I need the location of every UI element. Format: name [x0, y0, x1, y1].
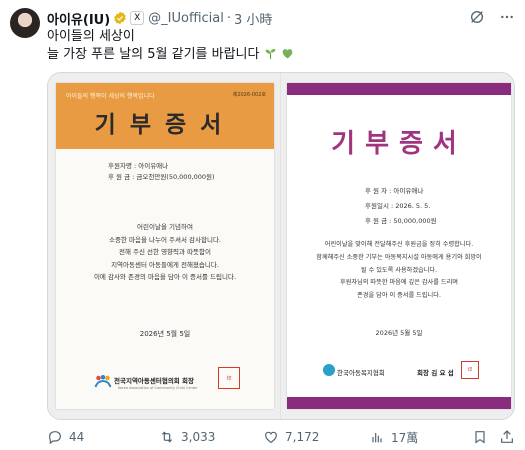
bookmark-button[interactable] — [472, 429, 488, 445]
org-logo-icon — [323, 364, 335, 376]
affiliate-badge-icon: X — [130, 11, 145, 25]
certificate-left: 아이들의 행복이 세상의 행복입니다 제2026-002호 기부증서 후원자명 … — [56, 83, 274, 409]
grok-icon[interactable] — [469, 9, 485, 25]
organization-name-en: Korea Association of Community Child Cen… — [118, 386, 198, 390]
like-count: 7,172 — [285, 430, 320, 444]
body-line: 어린이날을 기념하여 — [137, 223, 193, 231]
certificate-info: 후 원 자 : 아이유애나 후원일시 : 2026. 5. 5. 후 원 금 :… — [365, 184, 437, 229]
reply-button[interactable]: 44 — [47, 429, 84, 445]
share-button[interactable] — [499, 429, 515, 445]
body-line: 후원자님의 따뜻한 마음에 깊은 감사를 드리며 — [340, 279, 458, 287]
tweet-line-1: 아이들의 세상이 — [47, 29, 135, 44]
certificate-date: 2026년 5월 5일 — [375, 329, 423, 337]
bookmark-icon — [475, 431, 485, 444]
amount-line: 후 원 금 : 금오천만원(50,000,000원) — [108, 173, 215, 181]
views-button[interactable]: 17萬 — [369, 429, 418, 446]
certificate-bottom-bar — [287, 397, 511, 409]
tweet-line-2-row: 늘 가장 푸른 날의 5월 같기를 바랍니다 — [47, 46, 294, 64]
display-name[interactable]: 아이유(IU) — [47, 9, 110, 28]
certificate-number: 제2026-002호 — [232, 92, 266, 98]
tweet-line-2: 늘 가장 푸른 날의 5월 같기를 바랍니다 — [47, 47, 260, 62]
views-count: 17萬 — [391, 430, 419, 445]
body-line: 어린이날을 맞이해 전달해주신 후원금을 정히 수령합니다. — [324, 241, 474, 248]
chairman-name: 회장 김 요 섭 — [417, 369, 454, 377]
body-line: 함께해주신 소중한 기부는 아동복지시설 아동에게 용기와 희망이 — [316, 253, 482, 261]
green-heart-emoji-icon — [282, 49, 293, 59]
tweet-actions: 44 3,033 7,172 17萬 — [47, 428, 515, 446]
donate-date-line: 후원일시 : 2026. 5. 5. — [365, 202, 431, 210]
timestamp[interactable]: 3 小時 — [234, 9, 272, 28]
avatar[interactable] — [10, 8, 40, 38]
official-seal: 印 — [461, 361, 479, 379]
seedling-emoji-icon — [265, 49, 275, 59]
user-handle[interactable]: @_IUofficial — [148, 11, 224, 26]
like-button[interactable]: 7,172 — [263, 429, 319, 445]
like-icon — [265, 431, 277, 444]
separator: · — [226, 10, 232, 26]
reply-count: 44 — [69, 430, 85, 444]
organization-name: 한국아동복지협회 — [337, 369, 385, 377]
body-line: 전해 주신 선한 영향력과 따뜻함이 — [119, 248, 211, 256]
body-line: 존경을 담아 이 증서를 드립니다. — [357, 292, 441, 300]
body-line: 이에 감사와 존경의 마음을 담아 이 증서를 드립니다. — [93, 273, 237, 281]
views-icon — [372, 433, 382, 443]
donor-line: 후원자명 : 아이유애나 — [108, 162, 169, 170]
tweet-media[interactable]: 아이들의 행복이 세상의 행복입니다 제2026-002호 기부증서 후원자명 … — [47, 72, 515, 420]
reply-icon — [49, 431, 61, 445]
retweet-button[interactable]: 3,033 — [159, 429, 215, 445]
tweet-header: 아이유(IU) X @_IUofficial · 3 小時 — [47, 9, 515, 28]
certificate-info: 후원자명 : 아이유애나 후 원 금 : 금오천만원(50,000,000원) — [108, 161, 215, 183]
tweet-text: 아이들의 세상이 늘 가장 푸른 날의 5월 같기를 바랍니다 — [47, 28, 294, 64]
certificate-title: 기부증서 — [331, 129, 467, 159]
certificate-body: 어린이날을 맞이해 전달해주신 후원금을 정히 수령합니다. 함께해주신 소중한… — [287, 239, 511, 303]
certificate-top-bar — [287, 83, 511, 95]
body-line: 지역아동센터 아동들에게 전해졌습니다. — [111, 260, 219, 269]
media-image-right[interactable]: 기부증서 후 원 자 : 아이유애나 후원일시 : 2026. 5. 5. 후 … — [281, 73, 514, 419]
retweet-icon — [161, 431, 173, 443]
more-icon[interactable] — [499, 9, 515, 25]
certificate-body: 어린이날을 기념하여 소중한 마음을 나누어 주셔서 감사합니다. 전해 주신 … — [56, 221, 274, 284]
share-icon — [501, 430, 513, 443]
certificate-date: 2026년 5월 5일 — [139, 330, 191, 338]
retweet-count: 3,033 — [181, 430, 216, 444]
verified-badge-icon — [114, 11, 126, 25]
certificate-title: 기부증서 — [94, 111, 236, 138]
official-seal: 印 — [218, 367, 240, 389]
media-image-left[interactable]: 아이들의 행복이 세상의 행복입니다 제2026-002호 기부증서 후원자명 … — [48, 73, 281, 419]
certificate-right: 기부증서 후 원 자 : 아이유애나 후원일시 : 2026. 5. 5. 후 … — [287, 83, 511, 409]
org-logo-icon — [94, 375, 112, 388]
certificate-slogan: 아이들의 행복이 세상의 행복입니다 — [66, 93, 155, 100]
organization-name: 전국지역아동센터협의회 회장 — [114, 377, 195, 385]
donor-line: 후 원 자 : 아이유애나 — [365, 187, 424, 195]
amount-line: 후 원 금 : 50,000,000원 — [365, 217, 437, 225]
body-line: 소중한 마음을 나누어 주셔서 감사합니다. — [109, 235, 221, 244]
body-line: 될 수 있도록 사용하겠습니다. — [360, 266, 438, 274]
